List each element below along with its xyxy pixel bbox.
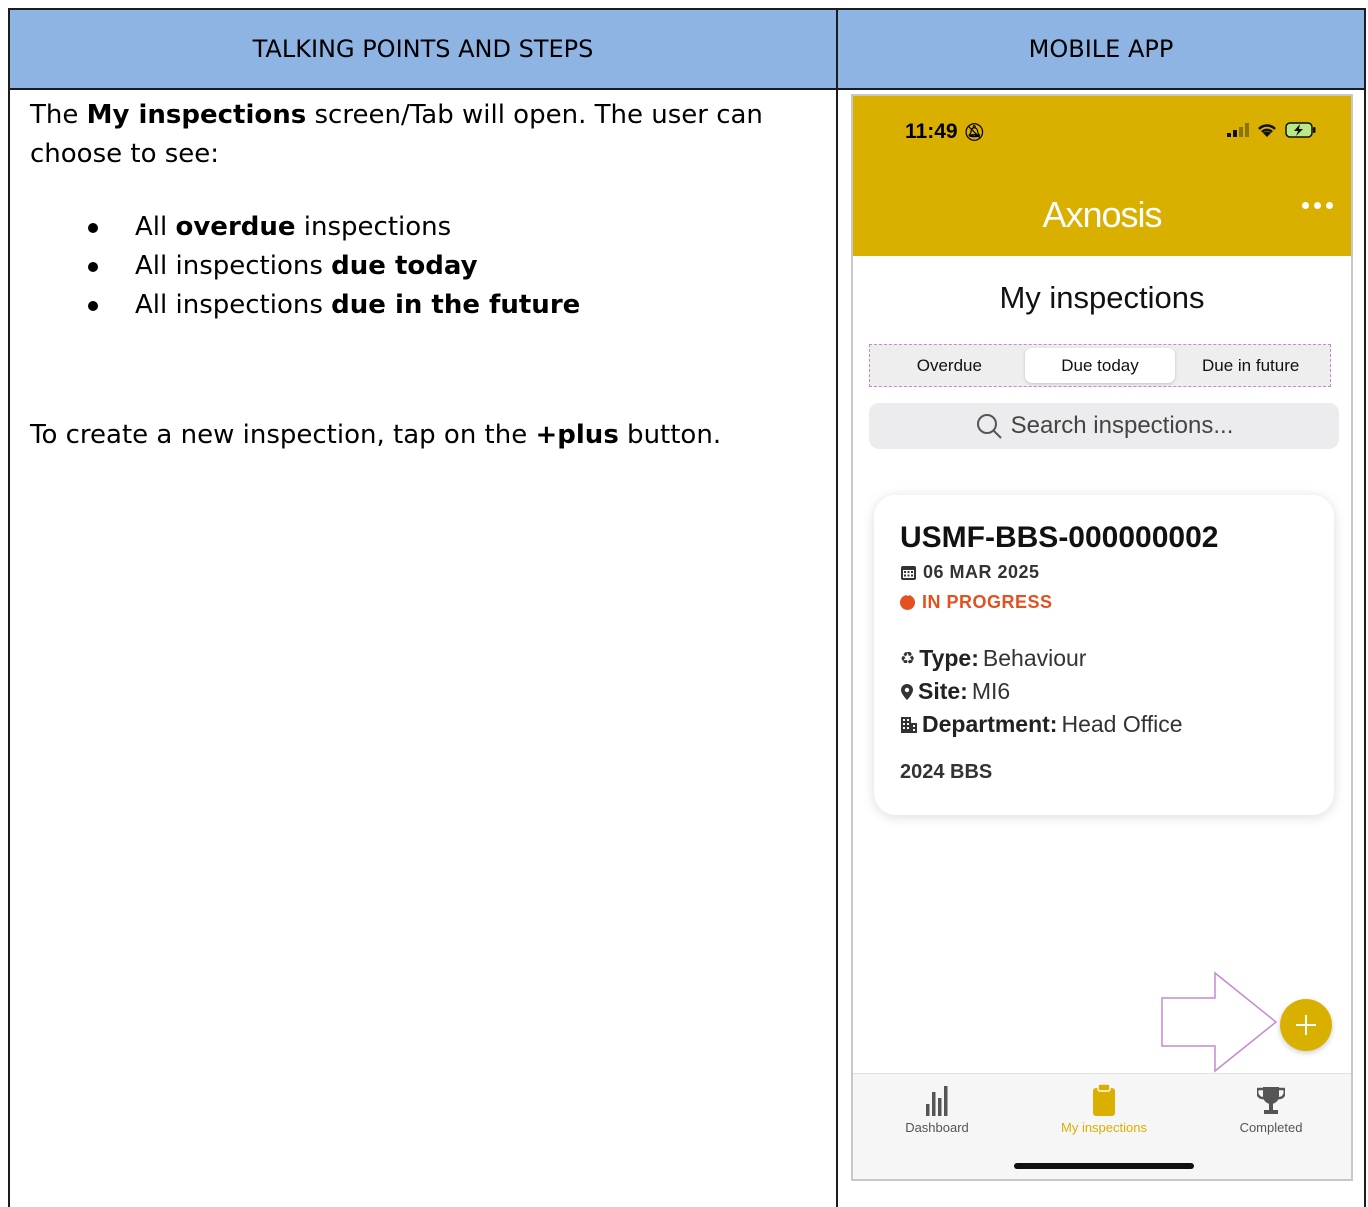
tab-completed[interactable]: Completed [1191,1084,1351,1135]
inspection-date: 06 MAR 2025 [900,562,1040,583]
highlight-arrow-icon [1161,971,1278,1073]
intro-bold: My inspections [86,100,307,130]
search-placeholder: Search inspections... [1010,412,1234,439]
list-item: All overdue inspections [30,208,810,247]
intro-text-1: The [30,100,87,130]
signal-icon [1227,123,1249,137]
calendar-icon [901,566,916,580]
header-mobile-app-label: MOBILE APP [1028,35,1174,63]
type-icon: ♻︎ [900,648,916,668]
bell-slash-icon: 🔕︎ [963,123,985,142]
header-talking-points: TALKING POINTS AND STEPS [8,8,838,90]
search-icon [976,414,1002,439]
app-logo: Axnosis [1042,194,1162,235]
inspection-type: ♻︎ Type: Behaviour [900,645,1087,671]
search-input[interactable]: Search inspections... [869,403,1339,449]
status-icons [1227,122,1317,138]
in-progress-icon [900,590,915,610]
app-header: 11:49 🔕︎ Axnosis [853,96,1351,256]
building-icon [901,716,917,733]
option-list: All overdue inspections All inspections … [30,208,810,325]
tab-my-inspections[interactable]: My inspections [1024,1084,1184,1135]
page-title: My inspections [999,280,1205,315]
location-pin-icon [901,683,913,700]
header-talking-points-label: TALKING POINTS AND STEPS [252,35,594,63]
bar-chart-icon [926,1086,948,1116]
home-indicator[interactable] [1014,1163,1194,1169]
list-item: All inspections due today [30,247,810,286]
battery-charging-icon [1285,122,1316,138]
inspection-department: Department: Head Office [900,711,1183,738]
inspection-filter-tabs: Overdue Due today Due in future [869,344,1331,387]
trophy-icon [1257,1087,1285,1114]
inspection-group: 2024 BBS [900,761,993,783]
status-time: 11:49 🔕︎ [905,120,985,143]
status-badge: IN PROGRESS [900,590,1053,613]
add-inspection-button[interactable] [1280,999,1332,1051]
list-item: All inspections due in the future [30,286,810,325]
phone-screenshot: 11:49 🔕︎ Axnosis My inspections Overdue … [851,94,1353,1181]
bottom-tab-bar: Dashboard My inspections Completed [853,1073,1351,1179]
tab-dashboard[interactable]: Dashboard [857,1084,1017,1135]
table-border-right [1364,88,1366,1207]
inspection-card[interactable]: USMF-BBS-000000002 06 MAR 2025 IN PROGRE… [874,495,1334,815]
wifi-icon [1258,124,1276,137]
table-border-middle [836,88,838,1207]
inspection-id: USMF-BBS-000000002 [900,521,1219,554]
tab-due-today[interactable]: Due today [1024,348,1176,383]
plus-icon [1296,1015,1316,1035]
table-border-left [8,88,10,1207]
tab-due-in-future[interactable]: Due in future [1175,348,1326,383]
more-options-icon[interactable] [1302,202,1333,209]
inspection-site: Site: MI6 [900,678,1010,705]
create-instruction: To create a new inspection, tap on the +… [30,420,722,450]
header-mobile-app: MOBILE APP [836,8,1366,90]
intro-paragraph: The My inspections screen/Tab will open.… [30,96,810,174]
tab-overdue[interactable]: Overdue [874,348,1025,383]
clipboard-icon [1093,1084,1115,1116]
